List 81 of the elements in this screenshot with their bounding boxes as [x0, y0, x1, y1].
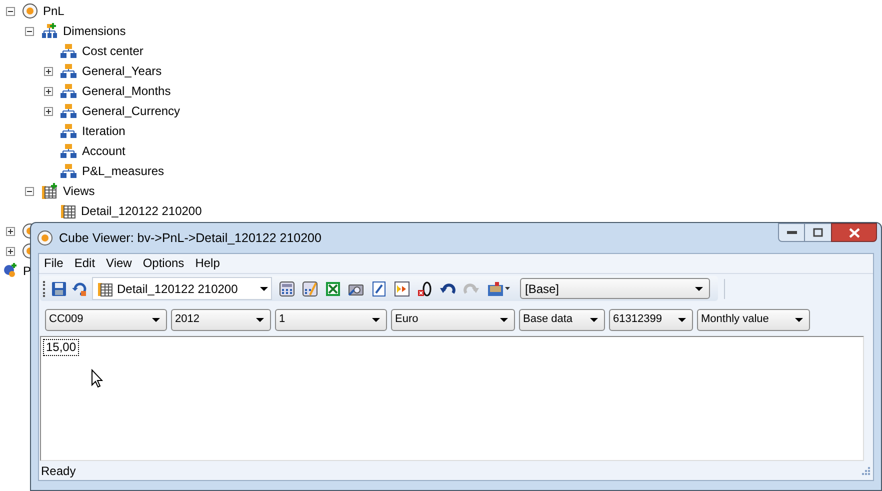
caret-icon	[256, 318, 264, 322]
eraser-icon	[417, 280, 433, 296]
minus-icon	[27, 28, 32, 34]
table-icon	[60, 203, 76, 219]
calculator-icon	[279, 280, 295, 296]
refresh-icon	[72, 280, 88, 296]
menu-item[interactable]: Options	[138, 255, 188, 272]
expand-toggle[interactable]	[44, 66, 53, 76]
window-title: Cube Viewer: bv->PnL->Detail_120122 210200	[59, 230, 322, 247]
close-button[interactable]	[831, 223, 877, 242]
caret-icon	[505, 287, 510, 290]
caret-icon	[372, 318, 380, 322]
plus-icon	[8, 248, 13, 254]
dimension-select[interactable]: CC009	[45, 308, 167, 330]
arrows-icon	[394, 280, 410, 296]
plus-icon	[46, 68, 51, 74]
dimension-select[interactable]: 2012	[171, 308, 271, 330]
calculator-pencil-icon	[302, 280, 318, 296]
toolbar-button[interactable]	[416, 280, 434, 298]
minimize-icon	[786, 230, 796, 234]
hierarchy-icon	[60, 63, 77, 79]
toolbar-button[interactable]	[370, 280, 388, 298]
view-select[interactable]: Detail_120122 210200	[92, 277, 272, 300]
expand-toggle[interactable]	[44, 106, 53, 116]
menu-item[interactable]: Edit	[70, 255, 100, 272]
table-plus-icon	[41, 183, 58, 199]
save-button[interactable]	[50, 280, 68, 298]
expand-toggle[interactable]	[25, 26, 34, 36]
menu-item[interactable]: Help	[191, 255, 224, 272]
redo-icon	[463, 280, 479, 296]
hierarchy-icon	[60, 143, 77, 159]
minus-icon	[8, 8, 13, 14]
caret-icon	[260, 286, 268, 290]
tray-icon	[487, 280, 504, 296]
minimize-button[interactable]	[778, 223, 805, 242]
menu-item[interactable]: View	[102, 255, 136, 272]
plus-icon	[46, 88, 51, 94]
maximize-button[interactable]	[805, 223, 831, 242]
dimension-select[interactable]: 61312399	[609, 308, 693, 330]
spreadsheet-icon	[325, 280, 341, 296]
hierarchy-icon	[60, 83, 77, 99]
grid-cell[interactable]: 15,00	[43, 339, 80, 356]
hierarchy-plus-icon	[41, 23, 58, 39]
hierarchy-icon	[60, 123, 77, 139]
minus-icon	[27, 188, 32, 194]
caret-icon	[152, 318, 160, 322]
mouse-pointer-icon	[91, 369, 103, 388]
undo-icon	[440, 280, 456, 296]
dimension-select[interactable]: 1	[275, 308, 387, 330]
caret-icon	[678, 318, 686, 322]
edit-icon	[371, 280, 387, 296]
hierarchy-icon	[60, 43, 77, 59]
export-menu-button[interactable]	[487, 280, 510, 298]
dimension-select[interactable]: Euro	[391, 308, 515, 330]
cube-icon	[22, 3, 38, 19]
expand-toggle[interactable]	[6, 226, 15, 236]
menu-item[interactable]: File	[40, 255, 68, 272]
subset-select[interactable]: [Base]	[520, 278, 710, 299]
caret-icon	[590, 318, 598, 322]
plus-icon	[46, 108, 51, 114]
dimension-select[interactable]: Base data	[519, 308, 605, 330]
expand-toggle[interactable]	[6, 246, 15, 256]
maximize-icon	[813, 228, 823, 237]
toolbar-button[interactable]	[301, 280, 319, 298]
hierarchy-icon	[60, 163, 77, 179]
caret-icon	[795, 318, 803, 322]
status-text: Ready	[41, 462, 76, 480]
toolbar-button[interactable]	[393, 280, 411, 298]
close-icon	[848, 228, 860, 238]
toolbar-button[interactable]	[278, 280, 296, 298]
caret-icon	[500, 318, 508, 322]
expand-toggle[interactable]	[44, 86, 53, 96]
dimension-select[interactable]: Monthly value	[697, 308, 810, 330]
hierarchy-icon	[60, 103, 77, 119]
expand-toggle[interactable]	[6, 6, 15, 16]
caret-icon	[695, 286, 703, 290]
expand-toggle[interactable]	[25, 186, 34, 196]
table-icon	[97, 280, 113, 296]
resize-grip-icon	[861, 466, 871, 476]
plus-icon	[8, 228, 13, 234]
cube-icon	[37, 230, 53, 246]
